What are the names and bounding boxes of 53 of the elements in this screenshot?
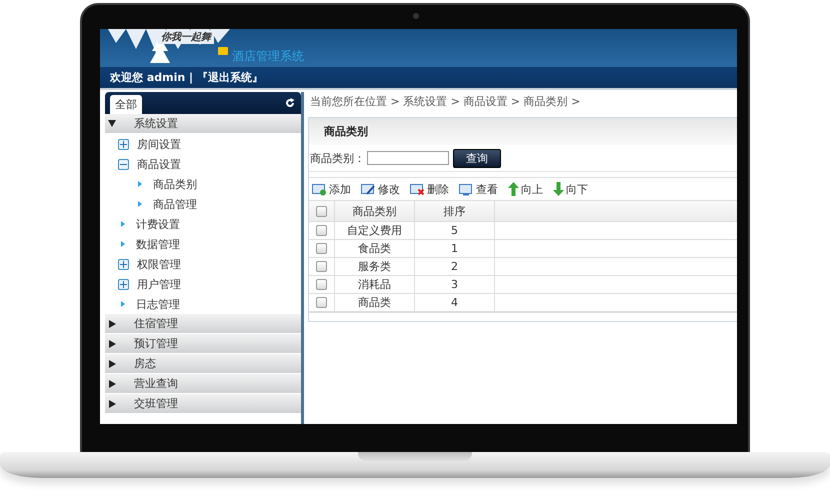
checkbox[interactable] [316,279,327,290]
toolbar-button[interactable]: 修改 [361,182,400,196]
app-title: 酒店管理系统 [232,48,304,65]
welcome-text: 欢迎您 admin | [110,70,194,85]
table-cell: 2 [415,258,495,275]
table-cell: 4 [415,294,495,311]
column-header: 商品类别 [335,201,415,221]
table-cell: 食品类 [335,240,415,257]
down-arrow-icon [553,182,564,196]
panel-title: 商品类别 [309,118,737,145]
checkbox[interactable] [316,261,327,272]
toolbar-button[interactable]: 查看 [459,182,498,196]
folder-plus-icon [312,182,327,196]
monitor-icon [459,182,474,196]
toolbar-button[interactable]: 向上 [508,182,543,196]
table-cell: 3 [415,276,495,293]
search-label: 商品类别： [310,150,365,166]
triangle-icon [121,301,125,307]
sidebar-group[interactable]: 交班管理 [105,394,301,414]
search-button[interactable]: 查询 [453,148,501,168]
checkbox[interactable] [316,243,327,254]
table-cell: 服务类 [335,258,415,275]
table-cell: 5 [415,222,495,239]
camera-icon [413,13,419,19]
logo-text: 你我一起舞 [158,30,214,44]
sidebar-group[interactable]: 系统设置 [105,114,301,134]
sidebar-group[interactable]: 营业查询 [105,374,301,394]
triangle-icon [138,201,142,207]
search-field[interactable] [367,151,449,165]
triangle-icon [121,241,125,247]
toolbar-button[interactable]: 向下 [553,182,588,196]
table-cell: 商品类 [335,294,415,311]
all-tab[interactable]: 全部 [110,95,142,114]
sidebar-group[interactable]: 预订管理 [105,334,301,354]
table-cell: 1 [415,240,495,257]
sidebar-group[interactable]: 住宿管理 [105,314,301,334]
breadcrumb: 当前您所在位置 > 系统设置 > 商品设置 > 商品类别 > [309,94,582,110]
sidebar-group[interactable]: 房态 [105,354,301,374]
triangle-icon [121,221,125,227]
checkbox[interactable] [316,297,327,308]
up-arrow-icon [508,182,519,196]
refresh-icon[interactable] [285,98,295,108]
toolbar-button[interactable]: 添加 [312,182,351,196]
folder-x-icon [410,182,425,196]
checkbox[interactable] [316,206,327,216]
table-cell: 消耗品 [335,276,415,293]
table-cell: 自定义费用 [335,222,415,239]
checkbox[interactable] [316,225,327,236]
toolbar-button[interactable]: 删除 [410,182,449,196]
triangle-icon [138,181,142,187]
folder-pencil-icon [361,182,376,196]
column-header: 排序 [415,201,495,221]
logout-link[interactable]: 『退出系统』 [197,70,264,85]
